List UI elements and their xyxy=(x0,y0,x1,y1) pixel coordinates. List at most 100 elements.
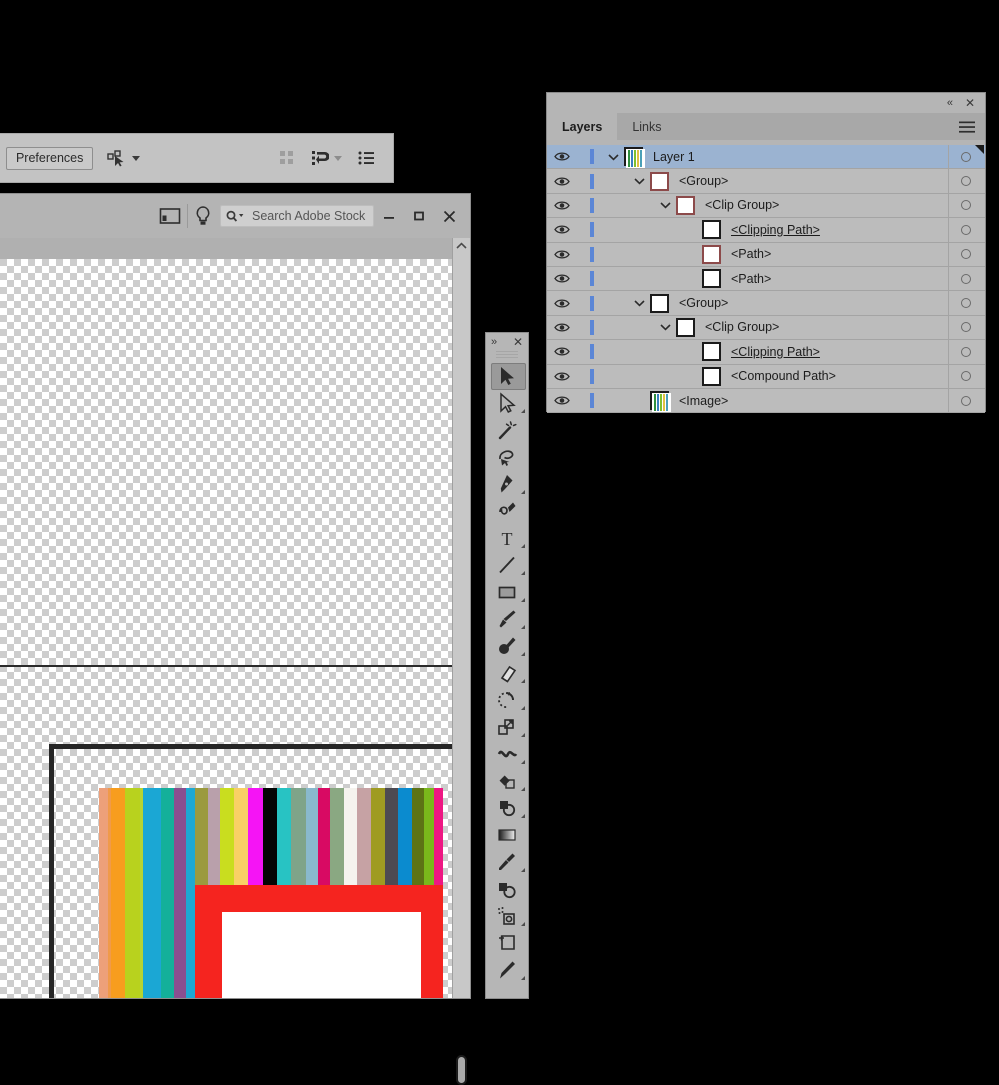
layer-name[interactable]: <Clipping Path> xyxy=(731,223,820,237)
tool-flyout-indicator[interactable] xyxy=(521,787,525,791)
shaper-tool[interactable] xyxy=(486,632,528,659)
tool-flyout-indicator[interactable] xyxy=(521,976,525,980)
visibility-eye-icon[interactable] xyxy=(554,395,570,406)
layer-expand-toggle[interactable] xyxy=(654,201,676,209)
layer-target-indicator[interactable] xyxy=(961,224,971,235)
tool-flyout-indicator[interactable] xyxy=(521,760,525,764)
visibility-eye-icon[interactable] xyxy=(554,224,570,235)
layer-thumbnail[interactable] xyxy=(624,147,645,169)
direct-selection-tool[interactable] xyxy=(486,389,528,416)
close-icon[interactable]: ✕ xyxy=(513,335,523,349)
layer-expand-toggle[interactable] xyxy=(628,299,650,307)
twisty-chevron-icon[interactable] xyxy=(633,177,645,185)
collapse-icon[interactable]: « xyxy=(947,97,953,109)
close-icon[interactable]: ✕ xyxy=(965,96,975,110)
layer-name[interactable]: <Path> xyxy=(731,272,771,286)
layer-thumbnail[interactable] xyxy=(702,366,721,386)
layer-thumbnail[interactable] xyxy=(702,220,721,240)
tool-flyout-indicator[interactable] xyxy=(521,625,525,629)
lasso-tool[interactable] xyxy=(486,443,528,470)
curvature-tool[interactable] xyxy=(486,497,528,524)
layer-expand-toggle[interactable] xyxy=(654,323,676,331)
layer-target-indicator[interactable] xyxy=(961,176,971,187)
layer-target-indicator[interactable] xyxy=(961,371,971,382)
close-button[interactable] xyxy=(434,203,464,229)
magic-wand-tool[interactable] xyxy=(486,416,528,443)
twisty-chevron-icon[interactable] xyxy=(607,153,619,161)
artboard-tool[interactable] xyxy=(486,929,528,956)
visibility-eye-icon[interactable] xyxy=(554,151,570,162)
layer-name[interactable]: <Clip Group> xyxy=(705,320,779,334)
minimize-button[interactable] xyxy=(374,203,404,229)
blend-tool[interactable] xyxy=(486,875,528,902)
layer-name[interactable]: <Compound Path> xyxy=(731,369,836,383)
tool-flyout-indicator[interactable] xyxy=(521,922,525,926)
layer-visibility-toggle[interactable] xyxy=(547,249,577,260)
layer-target-indicator[interactable] xyxy=(961,322,971,333)
layer-target-indicator[interactable] xyxy=(961,395,971,406)
layer-thumbnail[interactable] xyxy=(650,391,671,413)
layer-target-indicator[interactable] xyxy=(961,298,971,309)
tools-panel-grip[interactable] xyxy=(496,351,518,359)
layer-row[interactable]: <Clip Group> xyxy=(547,315,985,341)
layer-visibility-toggle[interactable] xyxy=(547,346,577,357)
layer-visibility-toggle[interactable] xyxy=(547,200,577,211)
layer-row[interactable]: <Path> xyxy=(547,266,985,292)
grid-icon[interactable] xyxy=(279,150,295,166)
gradient-tool[interactable] xyxy=(486,821,528,848)
discover-bulb-icon[interactable] xyxy=(194,205,212,227)
layer-name[interactable]: <Clipping Path> xyxy=(731,345,820,359)
layer-row[interactable]: <Clipping Path> xyxy=(547,218,985,243)
layer-row[interactable]: <Path> xyxy=(547,242,985,267)
layer-row[interactable]: <Clipping Path> xyxy=(547,340,985,365)
layer-target-indicator[interactable] xyxy=(961,249,971,260)
selection-tool[interactable] xyxy=(486,362,528,390)
free-transform-tool[interactable] xyxy=(486,767,528,794)
layer-visibility-toggle[interactable] xyxy=(547,395,577,406)
panel-menu-button[interactable] xyxy=(959,113,985,140)
tool-flyout-indicator[interactable] xyxy=(521,571,525,575)
canvas-scroll-area[interactable] xyxy=(0,238,470,998)
layer-thumbnail[interactable] xyxy=(702,244,721,264)
layer-thumbnail[interactable] xyxy=(650,293,669,313)
rotate-tool[interactable] xyxy=(486,686,528,713)
layer-visibility-toggle[interactable] xyxy=(547,151,577,162)
layer-target-indicator[interactable] xyxy=(961,151,971,162)
layer-row[interactable]: <Group> xyxy=(547,169,985,194)
rectangle-tool[interactable] xyxy=(486,578,528,605)
layer-visibility-toggle[interactable] xyxy=(547,298,577,309)
symbol-sprayer-tool[interactable] xyxy=(486,902,528,929)
layer-visibility-toggle[interactable] xyxy=(547,224,577,235)
layer-row[interactable]: <Clip Group> xyxy=(547,193,985,219)
layer-name[interactable]: Layer 1 xyxy=(653,150,695,164)
twisty-chevron-icon[interactable] xyxy=(659,201,671,209)
tool-flyout-indicator[interactable] xyxy=(521,868,525,872)
layer-target-indicator[interactable] xyxy=(961,200,971,211)
layer-name[interactable]: <Group> xyxy=(679,296,728,310)
tool-flyout-indicator[interactable] xyxy=(521,706,525,710)
layer-target-indicator[interactable] xyxy=(961,273,971,284)
scrollbar-thumb[interactable] xyxy=(456,1055,467,1085)
chevron-down-icon[interactable] xyxy=(132,155,141,161)
visibility-eye-icon[interactable] xyxy=(554,322,570,333)
eraser-tool[interactable] xyxy=(486,659,528,686)
twisty-chevron-icon[interactable] xyxy=(633,299,645,307)
layer-expand-toggle[interactable] xyxy=(602,153,624,161)
layer-thumbnail[interactable] xyxy=(650,171,669,191)
layer-target-indicator[interactable] xyxy=(961,346,971,357)
layer-visibility-toggle[interactable] xyxy=(547,371,577,382)
layer-visibility-toggle[interactable] xyxy=(547,176,577,187)
visibility-eye-icon[interactable] xyxy=(554,249,570,260)
shape-builder-tool[interactable] xyxy=(486,794,528,821)
line-segment-tool[interactable] xyxy=(486,551,528,578)
stock-search-input[interactable]: Search Adobe Stock xyxy=(220,205,374,227)
twisty-chevron-icon[interactable] xyxy=(659,323,671,331)
layer-thumbnail[interactable] xyxy=(676,195,695,215)
vertical-scrollbar[interactable] xyxy=(452,238,470,1085)
layer-row[interactable]: <Compound Path> xyxy=(547,364,985,389)
layer-row[interactable]: Layer 1 xyxy=(547,145,985,170)
layer-name[interactable]: <Group> xyxy=(679,174,728,188)
tool-flyout-indicator[interactable] xyxy=(521,598,525,602)
layer-expand-toggle[interactable] xyxy=(628,177,650,185)
tool-flyout-indicator[interactable] xyxy=(521,409,525,413)
